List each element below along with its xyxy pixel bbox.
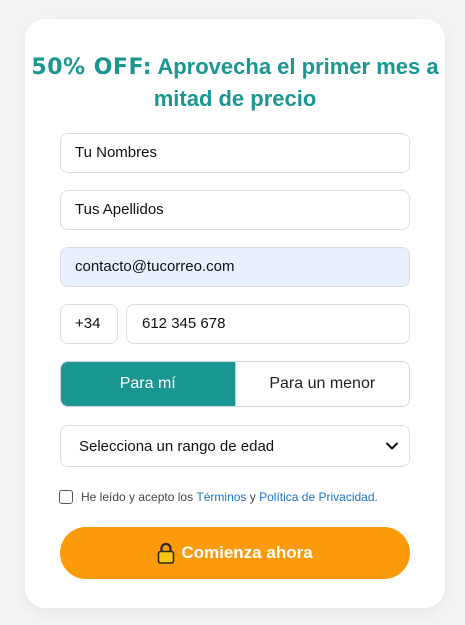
consent-checkbox[interactable] [59, 490, 73, 504]
phone-prefix-field[interactable]: +34 [60, 304, 118, 344]
signup-card: 50% OFF: Aprovecha el primer mes a mitad… [25, 19, 445, 608]
consent-row: He leído y acepto los Términos y Polític… [59, 488, 419, 506]
page-title: 50% OFF: Aprovecha el primer mes a mitad… [25, 51, 445, 114]
audience-toggle: Para mí Para un menor [60, 361, 410, 407]
last-name-field[interactable]: Tus Apellidos [60, 190, 410, 230]
lock-icon [157, 542, 175, 564]
age-range-select[interactable]: Selecciona un rango de edad [60, 425, 410, 467]
consent-suffix: . [374, 490, 378, 504]
toggle-option-minor[interactable]: Para un menor [234, 362, 409, 406]
email-field[interactable]: contacto@tucorreo.com [60, 247, 410, 287]
consent-prefix-text: He leído y acepto los [81, 490, 194, 504]
age-range-select-value: Selecciona un rango de edad [79, 437, 275, 455]
headline-text: Aprovecha el primer mes a mitad de preci… [152, 54, 439, 111]
start-now-button[interactable]: Comienza ahora [60, 527, 410, 579]
terms-link[interactable]: Términos [196, 490, 246, 504]
toggle-option-self[interactable]: Para mí [61, 362, 235, 406]
first-name-field[interactable]: Tu Nombres [60, 133, 410, 173]
start-now-button-label: Comienza ahora [181, 543, 313, 562]
privacy-policy-link[interactable]: Política de Privacidad [259, 490, 374, 504]
phone-field[interactable]: 612 345 678 [126, 304, 410, 344]
promo-badge-text: 50% OFF: [31, 55, 153, 80]
chevron-down-icon [385, 439, 399, 453]
